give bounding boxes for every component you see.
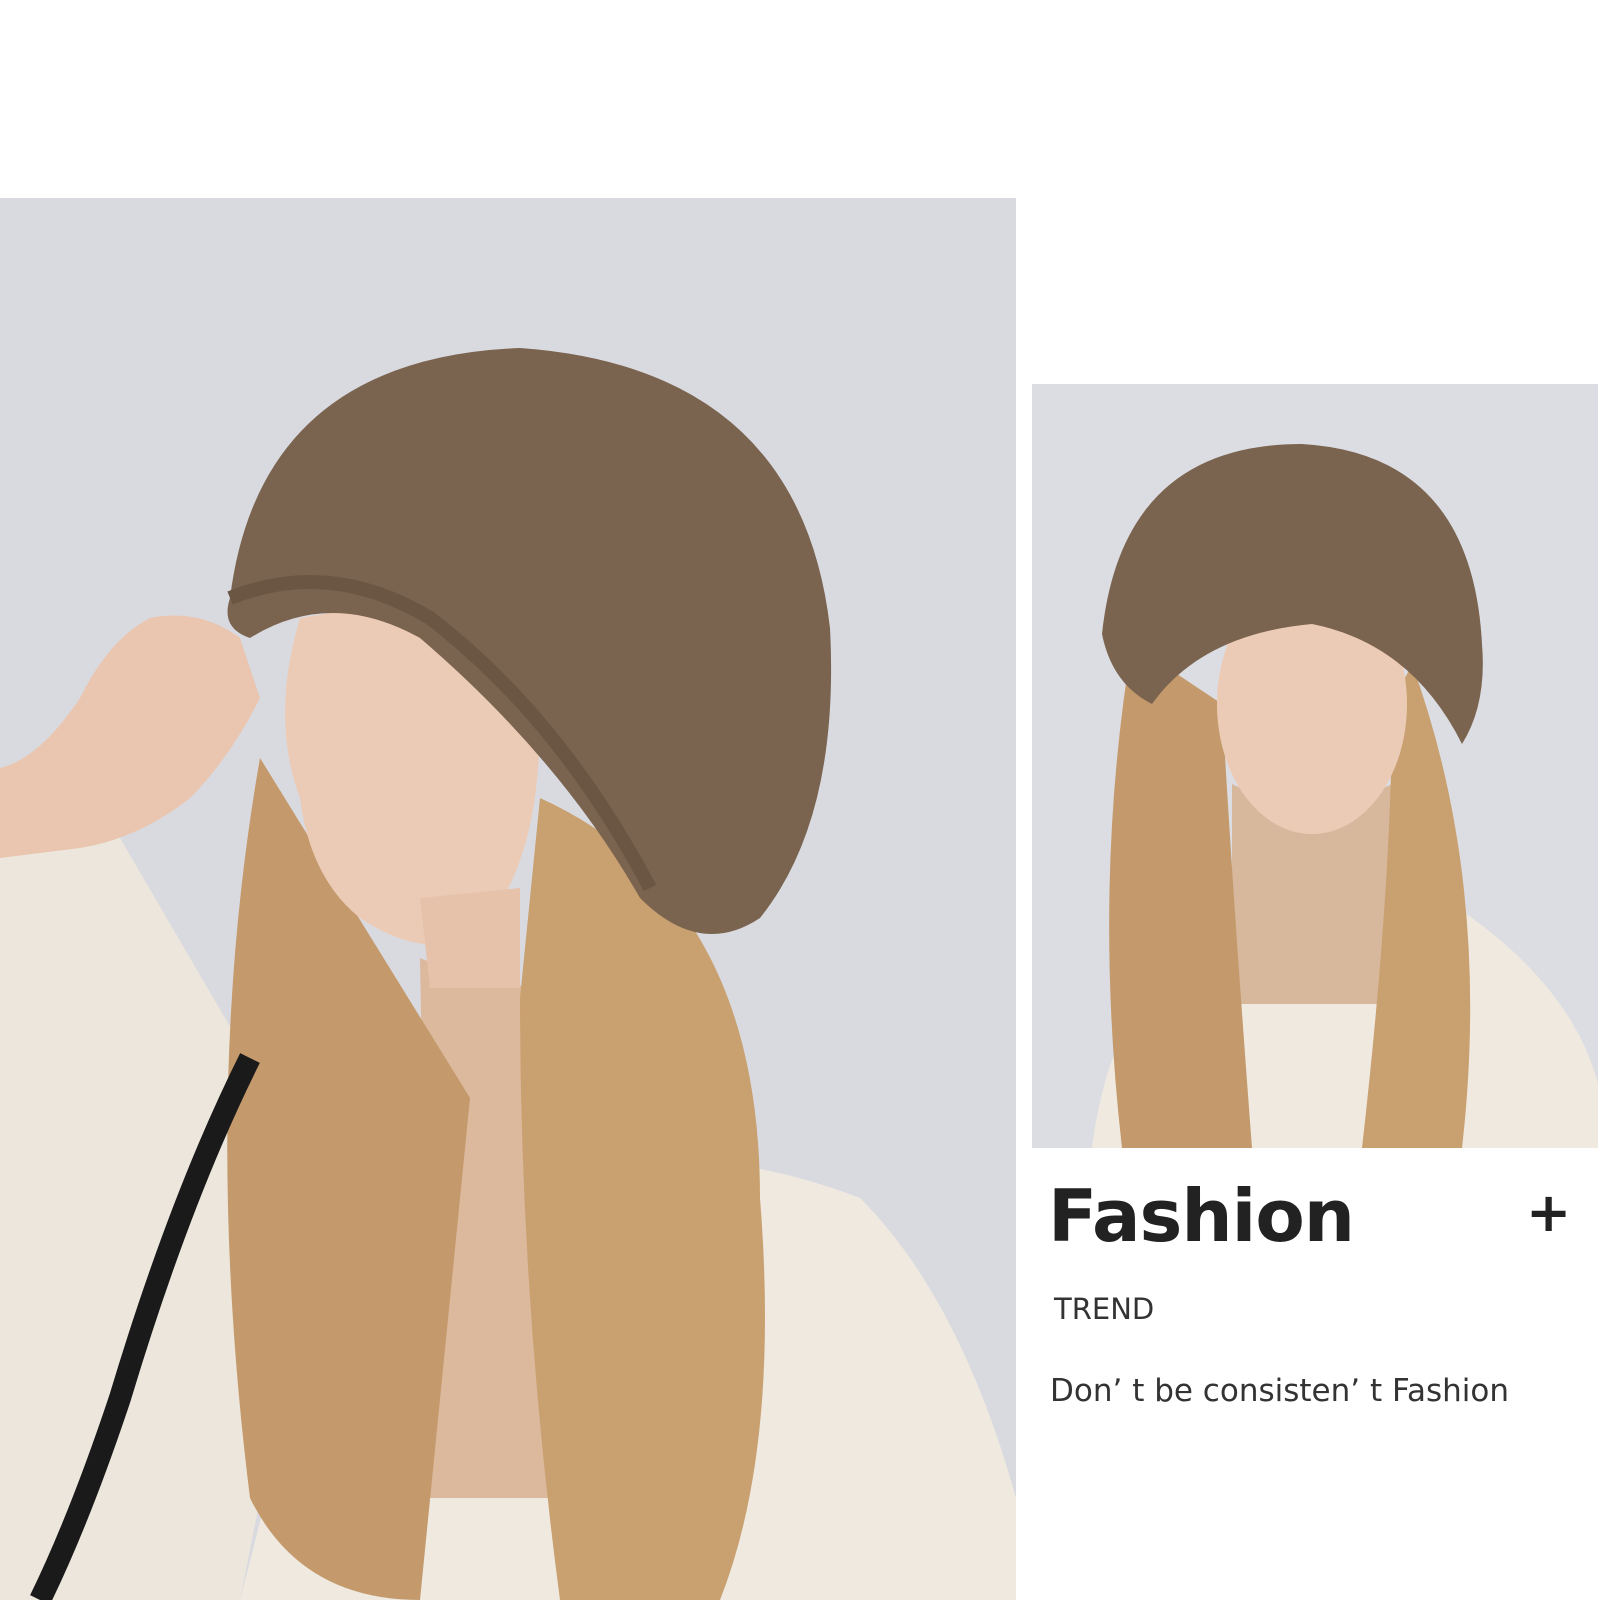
plus-icon: +: [1526, 1181, 1572, 1244]
promo-text-panel: Fashion + TREND Don’ t be consisten’ t F…: [1048, 1180, 1578, 1440]
subhead: TREND: [1054, 1292, 1155, 1326]
headline: Fashion: [1048, 1174, 1355, 1258]
model-side-profile-illustration: [0, 198, 1016, 1600]
model-front-view-illustration: [1032, 384, 1598, 1148]
product-photo-small: [1032, 384, 1598, 1148]
neck: [420, 888, 520, 988]
tagline: Don’ t be consisten’ t Fashion: [1050, 1373, 1509, 1409]
product-photo-large: [0, 198, 1016, 1600]
